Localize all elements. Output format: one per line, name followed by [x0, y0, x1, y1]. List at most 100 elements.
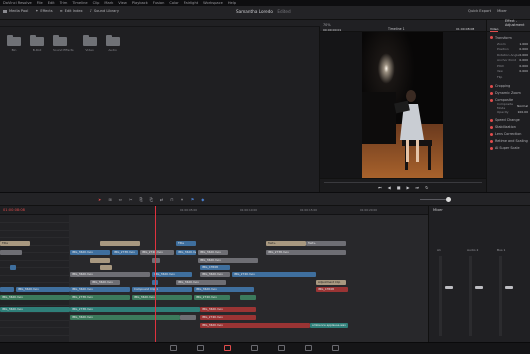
menu-item[interactable]: Color [169, 1, 178, 5]
bin-folder[interactable]: Sound Effects [53, 35, 74, 52]
timeline-clip[interactable]: IMG_2738.mov [70, 307, 200, 312]
page-button-fairlight[interactable] [305, 345, 312, 351]
menu-item[interactable]: Clip [93, 1, 100, 5]
timeline-clip[interactable]: IMG_2740.mov [194, 295, 230, 300]
timeline-clip[interactable] [100, 241, 140, 246]
inspector-section[interactable]: Cropping [487, 83, 530, 90]
timeline-clip[interactable]: IMG_3620.mov [132, 295, 192, 300]
snapping-icon[interactable]: ⊓ [170, 197, 173, 202]
timeline-clip[interactable] [152, 258, 160, 263]
timeline-clip[interactable]: IMG_3620.mov [16, 287, 70, 292]
timeline-clip[interactable]: IMG_3620.mov [176, 280, 226, 285]
link-icon[interactable]: ⚭ [180, 197, 183, 202]
skip-end-icon[interactable]: ⏭ [416, 185, 420, 190]
playhead[interactable] [155, 206, 156, 342]
inspector-section[interactable]: Stabilization [487, 124, 530, 131]
page-button-deliver[interactable] [332, 345, 339, 351]
media-pool-button[interactable]: Media Pool [3, 9, 28, 13]
timeline-clip[interactable]: IMG_3620.mov [200, 307, 256, 312]
menu-item[interactable]: Edit [48, 1, 55, 5]
effects-button[interactable]: ✦ Effects [35, 9, 52, 13]
timeline-clip[interactable]: IMG_3620.mov [198, 250, 228, 255]
transform-section[interactable]: Transform [487, 34, 530, 41]
field-value[interactable]: 0.000 [519, 58, 528, 62]
timeline-clip[interactable]: IMG_3620.mov [70, 272, 150, 277]
play-icon[interactable]: ▶ [406, 185, 409, 190]
timeline-clip[interactable]: Text+ [266, 241, 306, 246]
timeline-clip[interactable]: IMG_2738.mov [70, 295, 130, 300]
menu-item[interactable]: Help [228, 1, 236, 5]
timeline-clip[interactable]: ambience applause.wav [310, 323, 348, 328]
timeline-clip[interactable] [180, 315, 196, 320]
timeline-clip[interactable] [10, 265, 16, 270]
replace-icon[interactable]: ⇄ [160, 197, 163, 202]
field-value[interactable]: 0.000 [519, 53, 528, 57]
bin-folder[interactable]: Bin [7, 35, 21, 52]
menu-item[interactable]: Fairlight [184, 1, 198, 5]
mixer-button[interactable]: Mixer [497, 9, 507, 13]
opacity-field[interactable]: Opacity 100.00 [487, 109, 530, 115]
timeline-clip[interactable]: Adjustment Clip [316, 280, 346, 285]
timeline-clip[interactable]: IMG_3620.mov [194, 287, 254, 292]
timeline-clip[interactable]: IMG_2740.mov [200, 315, 256, 320]
timeline-clip[interactable]: IMG_3620.mov [70, 315, 180, 320]
menu-item[interactable]: Fusion [153, 1, 165, 5]
menu-item[interactable]: Trim [60, 1, 68, 5]
insert-icon[interactable]: ⎘ [139, 197, 142, 202]
menu-item[interactable]: File [37, 1, 43, 5]
blade-tool-icon[interactable]: ✂ [129, 197, 132, 202]
timeline-clip[interactable]: IMG_2738.mov [266, 250, 346, 255]
timeline-clip[interactable] [90, 258, 110, 263]
marker-icon[interactable]: ◆ [201, 197, 204, 202]
fader-handle[interactable] [505, 286, 513, 289]
timeline-clip[interactable]: Compound Clip 1 [132, 287, 192, 292]
timeline-clip[interactable]: IMG_3620.mov [176, 250, 196, 255]
selection-tool-icon[interactable]: ➤ [98, 197, 101, 202]
menu-item[interactable]: DaVinci Resolve [3, 1, 32, 5]
menu-item[interactable]: View [118, 1, 127, 5]
timeline-name[interactable]: Timeline 1 [388, 27, 405, 31]
skip-start-icon[interactable]: ⏮ [378, 185, 382, 190]
menu-item[interactable]: Mark [104, 1, 113, 5]
timeline-clip[interactable]: IMG_C3508 [200, 265, 230, 270]
field-value[interactable]: 0.000 [519, 64, 528, 68]
sound-library-button[interactable]: ♪ Sound Library [90, 9, 119, 13]
inspector-section[interactable]: Retime and Scaling [487, 138, 530, 145]
play-reverse-icon[interactable]: ◀ [388, 185, 391, 190]
inspector-section[interactable]: Lens Correction [487, 131, 530, 138]
page-button-media[interactable] [170, 345, 177, 351]
menu-item[interactable]: Timeline [72, 1, 87, 5]
page-button-fusion[interactable] [251, 345, 258, 351]
fader-handle[interactable] [445, 286, 453, 289]
quick-export-button[interactable]: Quick Export [468, 9, 491, 13]
timeline-clip[interactable]: IMG_3620.mov [200, 323, 310, 328]
timeline-clip[interactable] [0, 250, 22, 255]
timeline-clip[interactable]: IMG_2740.mov [140, 250, 174, 255]
loop-icon[interactable]: ↻ [425, 185, 428, 190]
timeline-clip[interactable]: Text+ [306, 241, 346, 246]
timeline-clip[interactable] [100, 265, 112, 270]
fader-handle[interactable] [475, 286, 483, 289]
timeline-clip[interactable]: IMG_3620.mov [200, 272, 230, 277]
timeline-clip[interactable] [0, 287, 14, 292]
inspector-section[interactable]: Dynamic Zoom [487, 90, 530, 97]
field-value[interactable]: 0.000 [519, 47, 528, 51]
timeline-clip[interactable]: Title [0, 241, 30, 246]
field-value[interactable]: 1.000 [519, 42, 528, 46]
inspector-field[interactable]: Flip [487, 74, 530, 80]
inspector-section[interactable]: Speed Change [487, 117, 530, 124]
trim-tool-icon[interactable]: ⊞ [108, 197, 111, 202]
page-button-color[interactable] [278, 345, 285, 351]
bin-folder[interactable]: Video [82, 35, 97, 52]
bin-folder[interactable]: B-Roll [30, 35, 44, 52]
overwrite-icon[interactable]: ⎗ [150, 197, 153, 202]
stop-icon[interactable]: ■ [397, 185, 401, 190]
timeline-clip[interactable]: IMG_3620.mov [198, 258, 258, 263]
field-value[interactable]: 0.000 [519, 69, 528, 73]
timeline-clip[interactable]: IMG_3620.mov [152, 272, 192, 277]
timeline-clip[interactable]: IMG_C3508 [316, 287, 348, 292]
dynamic-trim-icon[interactable]: ⇔ [119, 197, 122, 202]
zoom-slider[interactable] [420, 199, 446, 200]
page-button-cut[interactable] [197, 345, 204, 351]
zoom-level[interactable]: 70% [323, 23, 331, 27]
